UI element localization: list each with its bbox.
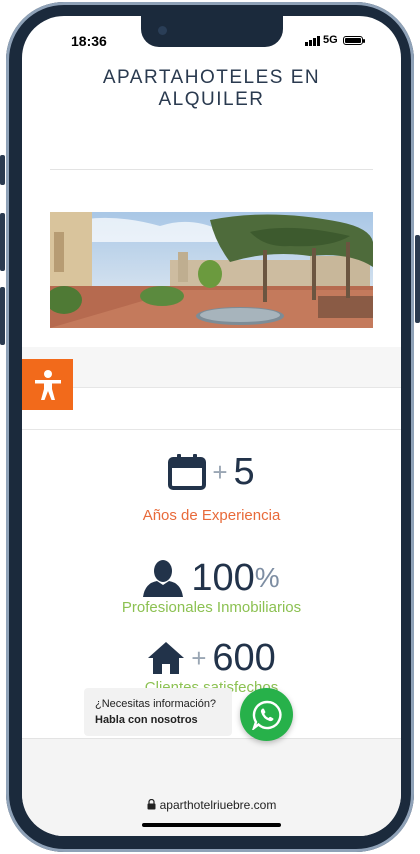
side-button: [0, 155, 5, 185]
whatsapp-icon: [251, 700, 282, 730]
browser-url[interactable]: aparthotelriuebre.com: [22, 798, 401, 812]
hero-image: [50, 212, 373, 328]
lock-icon: [147, 798, 156, 810]
divider: [22, 429, 401, 430]
stat-label: Profesionales Inmobiliarios: [121, 599, 302, 616]
stat-professionals: 100 %: [22, 556, 401, 600]
stat-prefix: +: [212, 456, 228, 487]
page-title-line2: ALQUILER: [158, 89, 265, 110]
accessibility-button[interactable]: [22, 359, 73, 410]
accessibility-icon: [34, 369, 61, 400]
stat-value: 5: [233, 450, 255, 493]
signal-icon: [305, 36, 320, 46]
status-bar: 18:36 5G: [22, 33, 401, 51]
stat-clients: + 600: [22, 636, 401, 680]
page-title-line1: APARTAHOTELES EN: [102, 67, 321, 88]
terrace-photo: [50, 212, 373, 328]
phone-screen: 18:36 5G APARTAHOTELES EN ALQUILER + 5 A…: [22, 16, 401, 836]
page-title: APARTAHOTELES EN ALQUILER: [22, 67, 401, 111]
battery-icon: [343, 36, 365, 45]
grey-band: [22, 347, 401, 388]
stat-value: 600: [212, 636, 276, 679]
side-button: [0, 287, 5, 345]
divider: [50, 169, 373, 170]
stat-label: Años de Experiencia: [142, 507, 281, 524]
status-time: 18:36: [71, 33, 107, 49]
home-icon: [148, 642, 185, 674]
network-label: 5G: [323, 34, 338, 46]
stat-value: 100: [191, 556, 255, 599]
stat-years: + 5: [22, 450, 401, 494]
side-button: [0, 213, 5, 271]
whatsapp-button[interactable]: [240, 688, 293, 741]
chat-line2: Habla con nosotros: [95, 714, 198, 726]
calendar-icon: [168, 454, 207, 490]
chat-bubble[interactable]: ¿Necesitas información? Habla con nosotr…: [84, 688, 232, 736]
person-icon: [143, 560, 184, 597]
side-button: [415, 235, 420, 323]
chat-line1: ¿Necesitas información?: [95, 698, 217, 710]
url-text: aparthotelriuebre.com: [159, 798, 277, 812]
stat-prefix: +: [191, 642, 207, 673]
stat-suffix: %: [254, 562, 280, 593]
browser-bar: [22, 738, 401, 836]
home-indicator[interactable]: [142, 823, 281, 827]
